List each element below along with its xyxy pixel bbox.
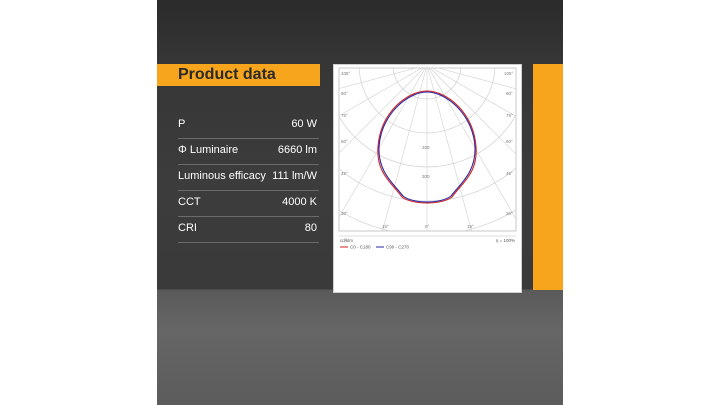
spec-value: 4000 K — [282, 196, 317, 208]
spec-row-cct: CCT 4000 K — [178, 190, 319, 217]
legend-entry: C0 - C180 — [350, 245, 371, 250]
angle-label: 45° — [506, 171, 513, 176]
efficiency-label: η = 100% — [496, 238, 515, 243]
angle-label: 0° — [425, 224, 430, 229]
spec-value: 6660 lm — [277, 144, 317, 156]
unit-label: cd/klm — [340, 238, 353, 243]
angle-label: 30° — [506, 211, 513, 216]
angle-label: 90° — [506, 91, 513, 96]
angle-label: 15° — [382, 224, 389, 229]
angle-label: 60° — [341, 139, 348, 144]
legend-entry: C90 - C270 — [386, 245, 410, 250]
radial-label: 200 — [422, 145, 430, 150]
spec-label: CCT — [178, 196, 201, 208]
angle-label: 60° — [506, 139, 513, 144]
section-title: Product data — [178, 66, 276, 83]
angle-label: 105° — [341, 71, 351, 76]
angle-label: 45° — [341, 171, 348, 176]
angle-label: 15° — [467, 224, 474, 229]
spec-label: P — [178, 118, 186, 130]
spec-row-efficacy: Luminous efficacy 111 lm/W — [178, 164, 319, 191]
spec-row-power: P 60 W — [178, 112, 319, 139]
spec-row-cri: CRI 80 — [178, 216, 319, 243]
angle-label: 75° — [341, 113, 348, 118]
light-distribution-diagram: 105° 90° 75° 60° 45° 30° 15° 0° 105° 90°… — [333, 64, 522, 293]
angle-label: 75° — [506, 113, 513, 118]
accent-strip — [533, 64, 563, 290]
spec-label: CRI — [178, 222, 197, 234]
spec-value: 80 — [304, 222, 317, 234]
angle-label: 30° — [341, 211, 348, 216]
spec-value: 60 W — [291, 118, 317, 130]
radial-label: 300 — [422, 174, 430, 179]
spec-row-flux: Φ Luminaire 6660 lm — [178, 138, 319, 165]
spec-value: 111 lm/W — [272, 170, 317, 182]
angle-label: 105° — [504, 71, 514, 76]
spec-label: Φ Luminaire — [178, 144, 239, 156]
angle-label: 90° — [341, 91, 348, 96]
spec-label: Luminous efficacy — [178, 170, 266, 182]
